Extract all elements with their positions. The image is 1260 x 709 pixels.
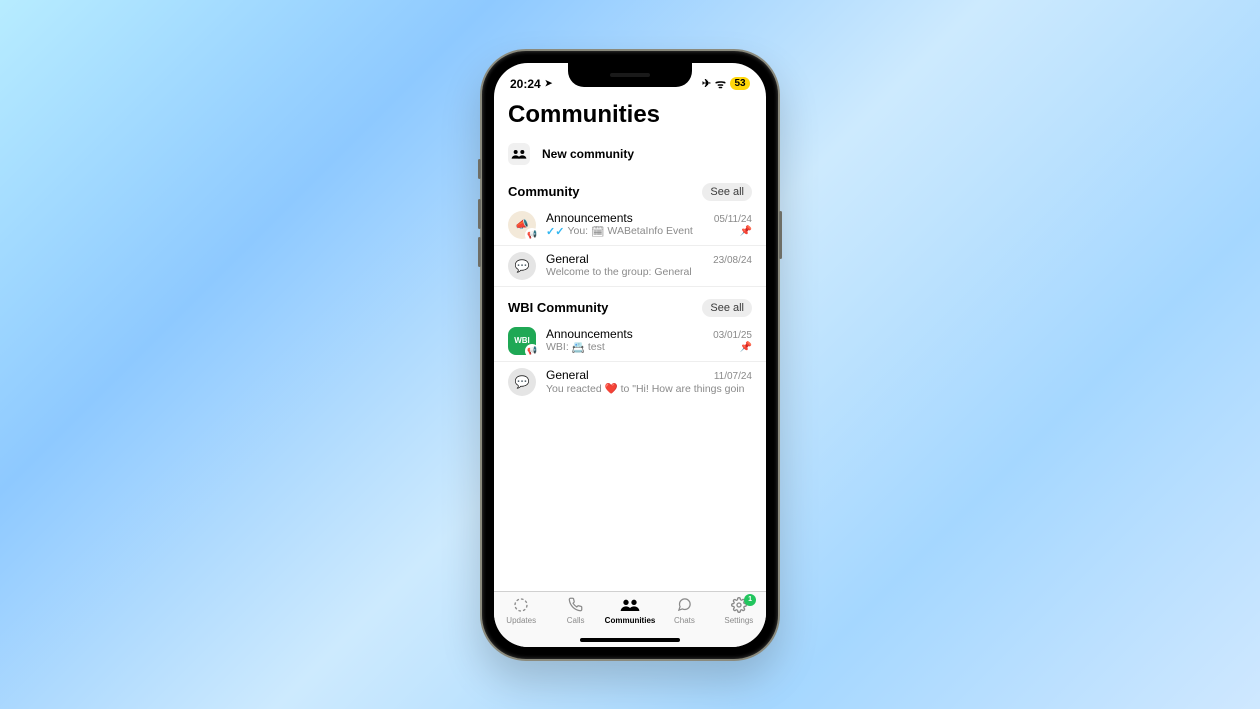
megaphone-badge-icon: 📢 xyxy=(525,228,539,242)
phone-icon xyxy=(568,596,583,614)
chat-row-wbi-general[interactable]: 💬 General 11/07/24 You reacted ❤️ to "Hi… xyxy=(494,362,766,402)
chat-row-general[interactable]: 💬 General 23/08/24 Welcome to the group:… xyxy=(494,246,766,287)
tab-label: Chats xyxy=(674,616,695,625)
tab-chats[interactable]: Chats xyxy=(657,596,711,625)
communities-list: Community See all 📣 📢 Announcements 05/1… xyxy=(494,177,766,591)
avatar-announcements-icon: 📣 📢 xyxy=(508,211,536,239)
tab-settings[interactable]: Settings 1 xyxy=(712,596,766,625)
battery-level: 53 xyxy=(730,77,750,90)
wifi-icon: ᯤ xyxy=(715,75,726,92)
communities-icon xyxy=(620,596,640,614)
chat-date: 23/08/24 xyxy=(713,255,752,266)
chat-date: 03/01/25 xyxy=(713,330,752,341)
page-title: Communities xyxy=(494,97,766,139)
avatar-general-icon: 💬 xyxy=(508,368,536,396)
chat-row-wbi-announcements[interactable]: WBI 📢 Announcements 03/01/25 WBI: 📇 xyxy=(494,321,766,362)
chat-preview: ✓✓ You: 🗓 WABetaInfo Event xyxy=(546,225,693,238)
section-header-wbi-community: WBI Community See all xyxy=(494,287,766,321)
chat-date: 11/07/24 xyxy=(714,371,752,382)
tab-label: Communities xyxy=(605,616,656,625)
chat-name: Announcements xyxy=(546,327,633,341)
avatar-general-icon: 💬 xyxy=(508,252,536,280)
chat-name: General xyxy=(546,368,589,382)
section-title: WBI Community xyxy=(508,300,608,315)
home-indicator[interactable] xyxy=(580,638,680,642)
megaphone-badge-icon: 📢 xyxy=(525,344,539,358)
read-ticks-icon: ✓✓ xyxy=(546,225,564,238)
new-community-label: New community xyxy=(542,147,634,161)
location-arrow-icon: ➤ xyxy=(545,78,553,89)
chat-row-announcements[interactable]: 📣 📢 Announcements 05/11/24 ✓✓ You: xyxy=(494,205,766,246)
people-icon xyxy=(508,143,530,165)
tab-label: Calls xyxy=(567,616,585,625)
chat-bubble-icon xyxy=(676,596,693,614)
tab-label: Updates xyxy=(506,616,536,625)
avatar-wbi-icon: WBI 📢 xyxy=(508,327,536,355)
tab-label: Settings xyxy=(724,616,753,625)
tab-updates[interactable]: Updates xyxy=(494,596,548,625)
airplane-mode-icon: ✈ xyxy=(702,77,711,90)
chat-preview: WBI: 📇 test xyxy=(546,341,605,354)
updates-icon xyxy=(513,596,529,614)
phone-screen: 20:24 ➤ ✈ ᯤ 53 Communities New community xyxy=(494,63,766,647)
see-all-button[interactable]: See all xyxy=(702,183,752,201)
tab-communities[interactable]: Communities xyxy=(603,596,657,625)
phone-frame: 20:24 ➤ ✈ ᯤ 53 Communities New community xyxy=(480,49,780,661)
pin-icon: 📌 xyxy=(740,342,752,353)
section-title: Community xyxy=(508,184,580,199)
chat-preview: You reacted ❤️ to "Hi! How are things go… xyxy=(546,382,745,395)
section-header-community: Community See all xyxy=(494,177,766,205)
see-all-button[interactable]: See all xyxy=(702,299,752,317)
status-time: 20:24 xyxy=(510,77,541,91)
tab-calls[interactable]: Calls xyxy=(548,596,602,625)
chat-name: Announcements xyxy=(546,211,633,225)
new-community-button[interactable]: New community xyxy=(494,139,766,177)
phone-notch xyxy=(568,63,692,87)
notification-badge: 1 xyxy=(744,594,756,606)
pin-icon: 📌 xyxy=(740,226,752,237)
chat-preview: Welcome to the group: General xyxy=(546,266,692,278)
chat-name: General xyxy=(546,252,589,266)
chat-date: 05/11/24 xyxy=(714,214,752,225)
